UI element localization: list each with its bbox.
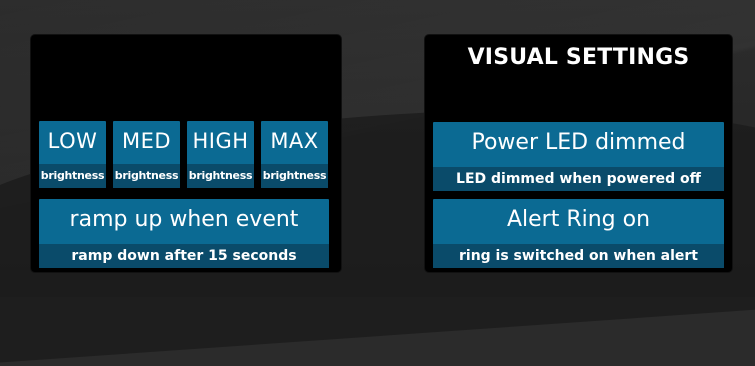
max-brightness-label: MAX xyxy=(270,129,319,153)
visual-settings-panel: VISUAL SETTINGS Power LED dimmed LED dim… xyxy=(425,35,732,272)
brightness-panel: LOW brightness MED brightness HIGH brigh… xyxy=(31,35,341,272)
panel-title: VISUAL SETTINGS xyxy=(467,45,690,70)
med-brightness-sublabel: brightness xyxy=(113,164,180,188)
alert-ring-sublabel: ring is switched on when alert xyxy=(433,244,724,268)
power-led-sublabel: LED dimmed when powered off xyxy=(433,167,724,191)
alert-ring-label: Alert Ring on xyxy=(506,207,651,232)
ramp-label: ramp up when event xyxy=(69,207,299,232)
high-brightness-label: HIGH xyxy=(192,129,249,153)
ramp-button[interactable]: ramp up when event ramp down after 15 se… xyxy=(39,199,329,268)
low-brightness-sublabel: brightness xyxy=(39,164,106,188)
med-brightness-label: MED xyxy=(121,129,172,153)
max-brightness-button[interactable]: MAX brightness xyxy=(261,121,328,188)
power-led-button[interactable]: Power LED dimmed LED dimmed when powered… xyxy=(433,122,724,191)
power-led-label: Power LED dimmed xyxy=(471,130,686,155)
low-brightness-label: LOW xyxy=(47,129,98,153)
high-brightness-sublabel: brightness xyxy=(187,164,254,188)
ramp-sublabel: ramp down after 15 seconds xyxy=(39,244,329,268)
max-brightness-sublabel: brightness xyxy=(261,164,328,188)
low-brightness-button[interactable]: LOW brightness xyxy=(39,121,106,188)
alert-ring-button[interactable]: Alert Ring on ring is switched on when a… xyxy=(433,199,724,268)
high-brightness-button[interactable]: HIGH brightness xyxy=(187,121,254,188)
med-brightness-button[interactable]: MED brightness xyxy=(113,121,180,188)
